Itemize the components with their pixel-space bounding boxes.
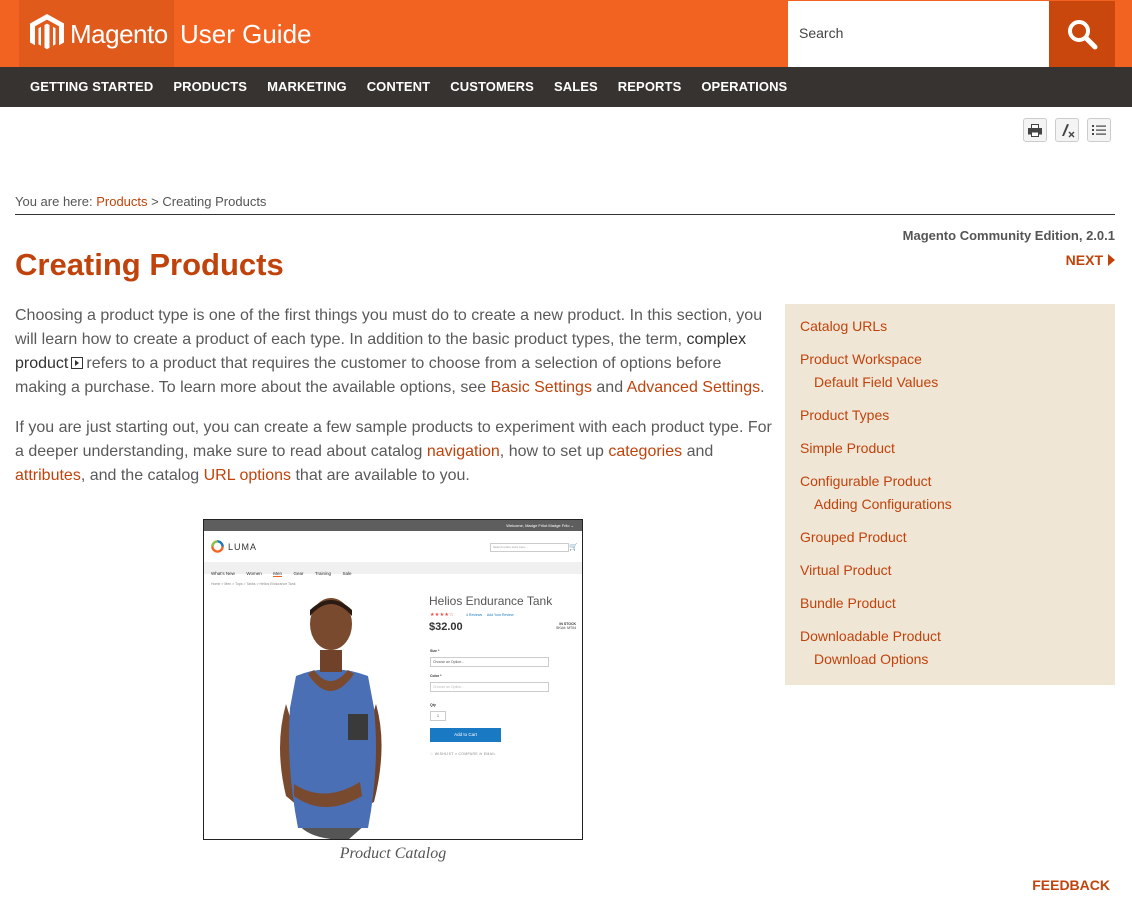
link-navigation[interactable]: navigation	[427, 443, 500, 460]
luma-logo-icon	[211, 540, 224, 553]
toc-item-downloadable-product[interactable]: Downloadable Product	[800, 625, 1115, 648]
nav-item-getting-started[interactable]: GETTING STARTED	[30, 67, 153, 107]
shot-add-to-cart: Add to Cart	[430, 728, 501, 742]
shot-sku: SKU#: MT04	[556, 626, 577, 630]
toc-item-catalog-urls[interactable]: Catalog URLs	[800, 315, 1115, 338]
breadcrumb-divider	[15, 214, 1115, 215]
shot-price: $32.00	[429, 621, 463, 633]
nav-item-reports[interactable]: REPORTS	[618, 67, 682, 107]
cart-icon: 🛒	[569, 544, 578, 551]
shot-stock: IN STOCK SKU#: MT04	[556, 622, 576, 630]
breadcrumb: You are here: Products > Creating Produc…	[15, 194, 266, 209]
shot-menu-men: Men	[273, 571, 282, 577]
toc-button[interactable]	[1087, 118, 1111, 142]
toc-item-virtual-product[interactable]: Virtual Product	[800, 559, 1115, 582]
shot-color-select: Choose an Option...	[430, 682, 549, 692]
shot-topbar: Welcome, Madge Frilot Madge Frilo ⌄	[204, 520, 582, 531]
clear-highlight-button[interactable]	[1055, 118, 1079, 142]
p2-text-b: , how to set up	[499, 443, 604, 460]
magento-logo-icon	[30, 14, 64, 50]
shot-menu-women: Women	[246, 571, 262, 576]
toc-item-download-options[interactable]: Download Options	[800, 648, 1115, 671]
nav-item-content[interactable]: CONTENT	[367, 67, 431, 107]
search-icon	[1068, 20, 1098, 50]
breadcrumb-prefix: You are here:	[15, 194, 93, 209]
link-url-options[interactable]: URL options	[204, 467, 291, 484]
shot-reviews: 4 Reviews Add Your Review	[466, 613, 514, 617]
link-advanced-settings[interactable]: Advanced Settings	[627, 379, 760, 396]
clear-highlight-icon	[1062, 124, 1075, 138]
toc-item-configurable-product[interactable]: Configurable Product	[800, 470, 1115, 493]
next-link[interactable]: NEXT	[1066, 252, 1115, 268]
page-title: Creating Products	[15, 247, 284, 282]
nav-item-customers[interactable]: CUSTOMERS	[450, 67, 534, 107]
p2-text-d: that are available to you.	[295, 467, 470, 484]
toc-item-product-types[interactable]: Product Types	[800, 404, 1115, 427]
sidebar-toc: Catalog URLs Product Workspace Default F…	[785, 304, 1115, 685]
shot-menubar: What's New Women Men Gear Training Sale	[204, 562, 582, 577]
search-input[interactable]	[788, 1, 1029, 65]
print-icon	[1028, 123, 1042, 137]
logo-text: Magento	[70, 19, 168, 49]
model-photo	[280, 598, 382, 839]
intro-paragraph-1: Choosing a product type is one of the fi…	[15, 304, 775, 400]
shot-rating-stars: ★★★★☆	[430, 612, 454, 618]
breadcrumb-separator: >	[151, 194, 159, 209]
shot-search: Search entire store here...	[490, 543, 569, 552]
arrow-right-icon	[1108, 254, 1115, 266]
p1-end: .	[760, 379, 765, 396]
popup-icon[interactable]	[71, 357, 84, 369]
shot-breadcrumb: Home > Men > Tops > Tanks > Helios Endur…	[211, 582, 296, 586]
shot-product-name: Helios Endurance Tank	[429, 594, 553, 608]
p2-and: and	[686, 443, 714, 460]
search-button[interactable]	[1049, 1, 1115, 67]
intro-paragraph-2: If you are just starting out, you can cr…	[15, 416, 775, 488]
link-categories[interactable]: categories	[608, 443, 682, 460]
toc-item-product-workspace[interactable]: Product Workspace	[800, 348, 1115, 371]
toc-item-adding-configurations[interactable]: Adding Configurations	[800, 493, 1115, 516]
search-box	[788, 1, 1049, 67]
toc-item-bundle-product[interactable]: Bundle Product	[800, 592, 1115, 615]
toc-item-simple-product[interactable]: Simple Product	[800, 437, 1115, 460]
toc-item-grouped-product[interactable]: Grouped Product	[800, 526, 1115, 549]
main-nav: GETTING STARTED PRODUCTS MARKETING CONTE…	[0, 67, 1132, 107]
p1-and: and	[596, 379, 624, 396]
p2-text-c: , and the catalog	[80, 467, 200, 484]
shot-add-review: Add Your Review	[486, 613, 514, 617]
next-label: NEXT	[1065, 252, 1103, 268]
nav-item-products[interactable]: PRODUCTS	[173, 67, 247, 107]
print-button[interactable]	[1023, 118, 1047, 142]
shot-menu-gear: Gear	[293, 571, 304, 576]
toc-item-default-field-values[interactable]: Default Field Values	[800, 371, 1115, 394]
shot-qty-input: 1	[430, 711, 446, 721]
figure-caption: Product Catalog	[339, 845, 447, 862]
p1-text-a: Choosing a product type is one of the fi…	[15, 307, 763, 348]
product-catalog-screenshot: Welcome, Madge Frilot Madge Frilo ⌄ LUMA…	[203, 519, 583, 840]
magento-logo[interactable]: Magento	[19, 0, 174, 67]
nav-item-marketing[interactable]: MARKETING	[267, 67, 347, 107]
nav-item-operations[interactable]: OPERATIONS	[701, 67, 787, 107]
link-basic-settings[interactable]: Basic Settings	[491, 379, 592, 396]
nav-item-sales[interactable]: SALES	[554, 67, 598, 107]
shot-color-label: Color *	[430, 674, 442, 678]
shot-menu-sale: Sale	[342, 571, 352, 576]
shot-qty-label: Qty	[430, 703, 436, 707]
shot-size-label: Size *	[430, 649, 440, 653]
breadcrumb-link-products[interactable]: Products	[96, 194, 147, 209]
feedback-link[interactable]: FEEDBACK	[1032, 877, 1110, 893]
toc-icon	[1092, 125, 1106, 135]
shot-extras: ♡ WISHLIST ≡ COMPARE ✉ EMAIL	[430, 752, 496, 756]
luma-brand: LUMA	[228, 541, 258, 552]
site-header: Magento User Guide	[0, 0, 1132, 67]
shot-size-select: Choose an Option...	[430, 657, 549, 667]
shot-menu-training: Training	[314, 571, 331, 576]
breadcrumb-current: Creating Products	[162, 194, 267, 209]
luma-logo: LUMA	[211, 540, 257, 553]
shot-menu-whats-new: What's New	[211, 571, 235, 576]
edition-label: Magento Community Edition, 2.0.1	[902, 228, 1115, 243]
guide-title[interactable]: User Guide	[180, 19, 312, 50]
link-attributes[interactable]: attributes	[15, 467, 81, 484]
shot-reviews-count: 4 Reviews	[466, 613, 483, 617]
